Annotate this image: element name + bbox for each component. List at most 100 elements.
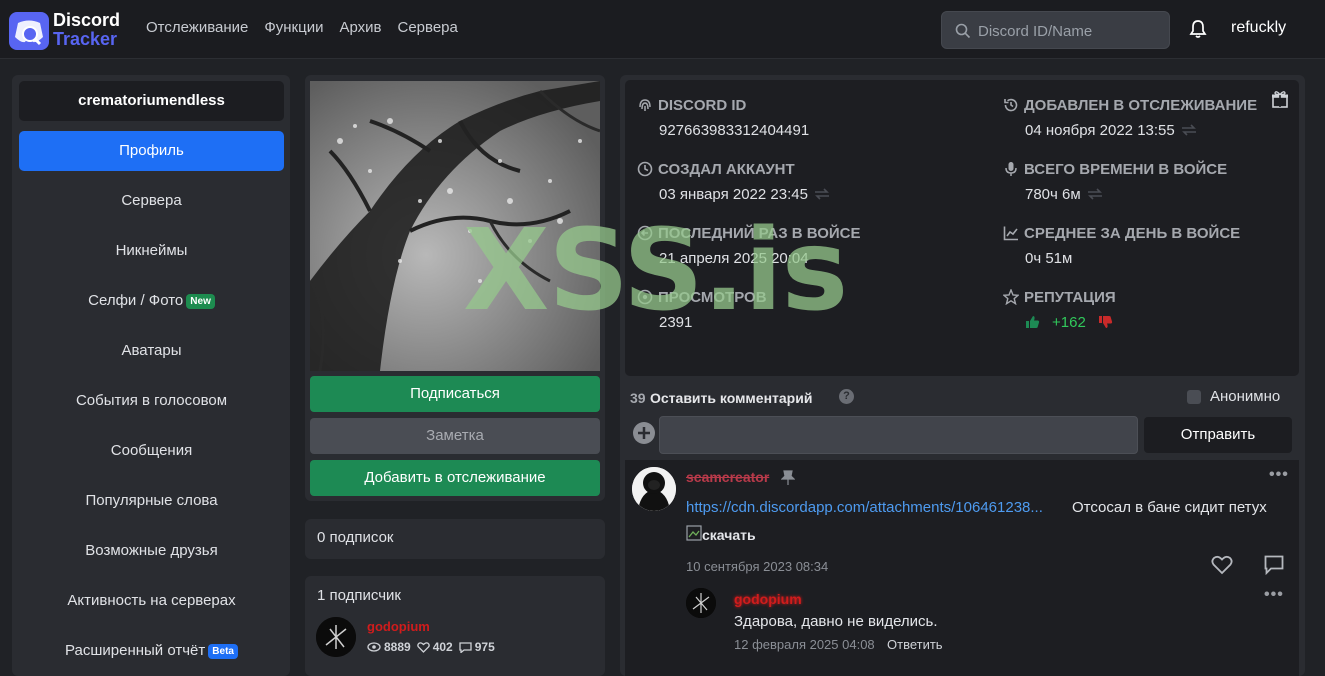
more-options-icon[interactable]: ••• [1264, 586, 1284, 604]
sidebar-item-selfie[interactable]: Селфи / Фото New [19, 281, 284, 321]
sidebar-item-popular-words[interactable]: Популярные слова [19, 481, 284, 521]
last-voice-label: ПОСЛЕДНИЙ РАЗ В ВОЙСЕ [658, 224, 861, 242]
sidebar-item-voice-events[interactable]: События в голосовом [19, 381, 284, 421]
gift-icon[interactable] [1271, 90, 1289, 108]
profile-avatar-image [310, 81, 600, 371]
eye-icon [637, 289, 653, 305]
reputation-label: РЕПУТАЦИЯ [1024, 288, 1116, 306]
sidebar-item-label: Возможные друзья [85, 542, 218, 559]
avatar[interactable] [632, 467, 676, 511]
sidebar-item-label: Популярные слова [85, 492, 218, 509]
sidebar-item-extended-report[interactable]: Расширенный отчёт Beta [19, 631, 284, 671]
nav-servers[interactable]: Сервера [398, 19, 458, 36]
add-attachment-icon[interactable] [633, 422, 655, 444]
nav-features[interactable]: Функции [264, 19, 323, 36]
subscribe-button[interactable]: Подписаться [310, 376, 600, 412]
nav-tracking[interactable]: Отслеживание [146, 19, 248, 36]
beta-badge: Beta [208, 643, 238, 659]
sidebar-item-servers[interactable]: Сервера [19, 181, 284, 221]
chart-line-icon [1003, 226, 1018, 241]
microphone-icon [1005, 162, 1017, 176]
profile-card: Подписаться Заметка Добавить в отслежива… [305, 75, 605, 501]
anonymous-label[interactable]: Анонимно [1210, 388, 1280, 405]
sidebar-item-label: Расширенный отчёт [65, 642, 206, 659]
user-menu[interactable]: refuckly [1231, 19, 1286, 37]
fingerprint-icon [639, 99, 651, 111]
added-value: 04 ноября 2022 13:55 [1025, 121, 1175, 139]
voice-total-value: 780ч 6м [1025, 185, 1081, 203]
bell-icon[interactable] [1188, 19, 1208, 39]
views-count: 8889 [384, 640, 411, 654]
sidebar-item-avatars[interactable]: Аватары [19, 331, 284, 371]
comment-form: 39 Оставить комментарий ? Анонимно Отпра… [625, 380, 1299, 460]
comment-author[interactable]: godopium [734, 591, 802, 607]
views-label: ПРОСМОТРОВ [658, 288, 767, 306]
comment-input[interactable] [659, 416, 1138, 454]
subscriber-name[interactable]: godopium [367, 619, 430, 634]
add-tracking-button[interactable]: Добавить в отслеживание [310, 460, 600, 496]
top-navbar: Discord Tracker Отслеживание Функции Арх… [0, 0, 1325, 59]
comment-icon [459, 641, 472, 653]
reply-link[interactable]: Ответить [887, 637, 943, 652]
search-box [941, 11, 1170, 49]
more-options-icon[interactable]: ••• [1269, 466, 1289, 484]
attachment-link[interactable]: https://cdn.discordapp.com/attachments/1… [686, 499, 1043, 516]
like-heart-icon[interactable] [1211, 555, 1233, 575]
sidebar-item-label: Аватары [121, 342, 182, 359]
sidebar-item-label: Активность на серверах [67, 592, 236, 609]
comment-author[interactable]: scamcreator [686, 469, 769, 485]
swap-icon[interactable] [1087, 188, 1103, 200]
logo-text-tracker: Tracker [53, 29, 118, 49]
nav-archive[interactable]: Архив [339, 19, 381, 36]
eye-icon [367, 642, 381, 652]
subscribers-count[interactable]: 1 подписчик [317, 587, 401, 604]
sidebar-item-possible-friends[interactable]: Возможные друзья [19, 531, 284, 571]
avg-voice-value: 0ч 51м [1025, 249, 1073, 267]
comments-list: scamcreator ••• https://cdn.discordapp.c… [625, 460, 1299, 676]
swap-icon[interactable] [1181, 124, 1197, 136]
subscribers-card: 1 подписчик godopium 8889 402 975 [305, 576, 605, 676]
pin-icon [781, 470, 795, 485]
logo-text-discord: Discord [53, 10, 121, 30]
reply-comment-icon[interactable] [1264, 555, 1284, 575]
heart-icon [416, 641, 430, 653]
sidebar-item-label: События в голосовом [75, 392, 228, 409]
anonymous-checkbox[interactable] [1187, 390, 1201, 404]
created-block: СОЗДАЛ АККАУНТ 03 января 2022 23:45 [637, 159, 830, 203]
subscriptions-count[interactable]: 0 подписок [305, 519, 605, 559]
discord-id-block: DISCORD ID 927663983312404491 [637, 95, 809, 139]
swap-icon[interactable] [814, 188, 830, 200]
sidebar-item-nicknames[interactable]: Никнеймы [19, 231, 284, 271]
image-alt-text[interactable]: скачать [702, 527, 756, 543]
profile-username: crematoriumendless [19, 81, 284, 121]
arrow-circle-icon [637, 225, 653, 241]
views-value: 2391 [659, 313, 693, 331]
voice-total-block: ВСЕГО ВРЕМЕНИ В ВОЙСЕ 780ч 6м [1003, 159, 1227, 203]
search-icon [955, 23, 971, 39]
reputation-block: РЕПУТАЦИЯ +162 [1003, 287, 1116, 331]
sidebar-item-label: Селфи / Фото [88, 292, 184, 309]
sidebar-item-label: Профиль [119, 142, 184, 159]
comments-count: 975 [474, 640, 495, 654]
comment-text: Отсосал в бане сидит петух [1072, 499, 1267, 516]
thumbs-up-icon[interactable] [1025, 315, 1040, 329]
note-button[interactable]: Заметка [310, 418, 600, 454]
thumbs-down-icon[interactable] [1098, 315, 1113, 329]
search-input[interactable] [978, 21, 1158, 41]
logo[interactable]: Discord Tracker [9, 10, 124, 50]
avatar[interactable] [686, 588, 716, 618]
comment-count: 39 [630, 390, 646, 406]
info-panel: DISCORD ID 927663983312404491 СОЗДАЛ АКК… [625, 80, 1299, 376]
comment-date: 12 февраля 2025 04:08 [734, 637, 875, 652]
created-value: 03 января 2022 23:45 [659, 185, 808, 203]
created-label: СОЗДАЛ АККАУНТ [658, 160, 795, 178]
last-voice-value: 21 апреля 2025 20:04 [659, 249, 809, 267]
help-icon[interactable]: ? [839, 389, 854, 404]
avatar[interactable] [316, 617, 356, 657]
sidebar-item-messages[interactable]: Сообщения [19, 431, 284, 471]
discord-id-value: 927663983312404491 [659, 121, 810, 139]
sidebar-item-server-activity[interactable]: Активность на серверах [19, 581, 284, 621]
send-button[interactable]: Отправить [1144, 417, 1292, 453]
likes-count: 402 [432, 640, 453, 654]
sidebar-item-profile[interactable]: Профиль [19, 131, 284, 171]
